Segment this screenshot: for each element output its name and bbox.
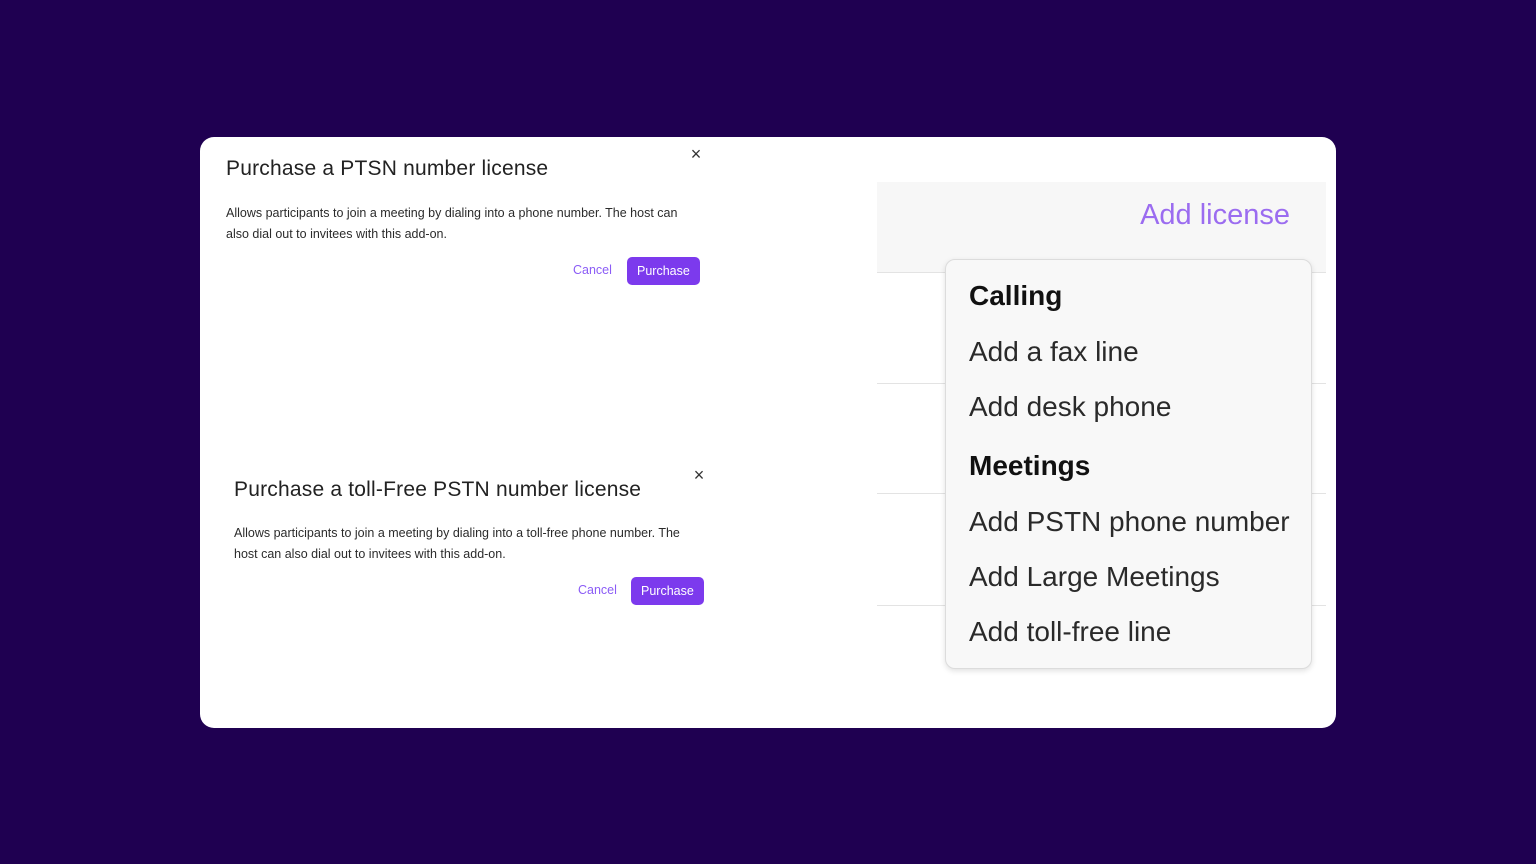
menu-heading-calling: Calling: [969, 280, 1063, 311]
cancel-button[interactable]: Cancel: [573, 263, 612, 277]
close-icon[interactable]: ×: [687, 145, 705, 163]
menu-item-add-desk-phone[interactable]: Add desk phone: [969, 391, 1171, 423]
menu-heading-meetings: Meetings: [969, 450, 1091, 481]
dialog-description: Allows participants to join a meeting by…: [226, 206, 678, 241]
content-card: Purchase a PTSN number license × Allows …: [200, 137, 1336, 728]
menu-item-add-fax-line[interactable]: Add a fax line: [969, 336, 1139, 368]
purchase-button[interactable]: Purchase: [631, 577, 704, 605]
dialog-title: Purchase a toll-Free PSTN number license: [234, 478, 642, 501]
menu-item-add-large-meetings[interactable]: Add Large Meetings: [969, 561, 1220, 593]
close-icon[interactable]: ×: [690, 466, 708, 484]
menu-item-add-pstn-phone-number[interactable]: Add PSTN phone number: [969, 506, 1290, 538]
menu-item-add-toll-free-line[interactable]: Add toll-free line: [969, 616, 1171, 648]
purchase-button[interactable]: Purchase: [627, 257, 700, 285]
tollfree-license-dialog: Purchase a toll-Free PSTN number license…: [234, 466, 714, 618]
add-license-menu: Calling Add a fax line Add desk phone Me…: [945, 259, 1312, 669]
add-license-button[interactable]: Add license: [1140, 199, 1290, 232]
cancel-button[interactable]: Cancel: [578, 583, 617, 597]
ptsn-license-dialog: Purchase a PTSN number license × Allows …: [226, 145, 706, 297]
dialog-title: Purchase a PTSN number license: [226, 157, 549, 180]
dialog-description: Allows participants to join a meeting by…: [234, 526, 680, 561]
